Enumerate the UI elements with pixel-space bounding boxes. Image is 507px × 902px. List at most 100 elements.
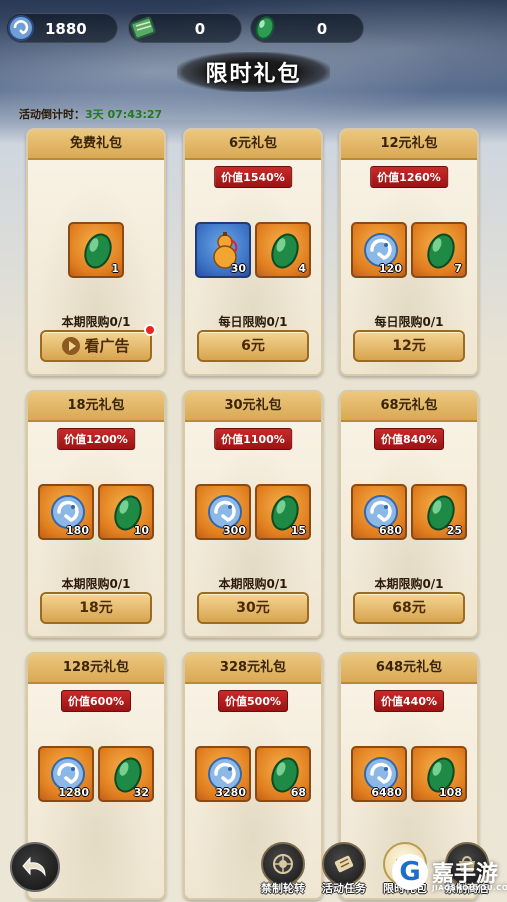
value-badge: 价值1260% [370, 166, 448, 188]
reward-item[interactable]: 7 [411, 222, 467, 278]
buy-button[interactable]: 68元 [353, 592, 465, 624]
reward-item[interactable]: 68 [255, 746, 311, 802]
purchase-limit: 本期限购0/1 [218, 577, 288, 591]
watermark-url: JIAOSHOUYOU.COM [432, 884, 507, 892]
jade-value: 0 [316, 20, 328, 38]
purchase-limit: 本期限购0/1 [61, 577, 131, 591]
buy-button[interactable]: 18元 [40, 592, 152, 624]
currency-dragon-coin[interactable]: 1880 [6, 13, 118, 43]
value-badge: 价值440% [374, 690, 444, 712]
nav-label: 禁制轮转 [261, 882, 305, 895]
pack-title: 648元礼包 [341, 654, 477, 684]
scroll-icon [334, 855, 354, 873]
play-icon [62, 336, 81, 355]
reward-count: 32 [133, 786, 149, 799]
reward-count: 15 [290, 524, 306, 537]
back-arrow-icon [22, 856, 46, 877]
pack-body: 价值1260% 120 7 每日限购0/1 12元 [341, 160, 477, 374]
currency-bar: 1880 0 0 [6, 13, 501, 43]
reward-item[interactable]: 4 [255, 222, 311, 278]
pack-items: 120 7 [341, 222, 477, 278]
value-badge: 价值1200% [57, 428, 135, 450]
pack-title: 328元礼包 [185, 654, 321, 684]
buy-button[interactable]: 12元 [353, 330, 465, 362]
currency-jade[interactable]: 0 [250, 13, 364, 43]
pack-items: 30 4 [185, 222, 321, 278]
reward-count: 4 [298, 262, 306, 275]
reward-count: 25 [446, 524, 462, 537]
reward-item[interactable]: 120 [351, 222, 407, 278]
reward-item[interactable]: 680 [351, 484, 407, 540]
pack-body: 价值1540% 30 4 每日限购0/1 6元 [185, 160, 321, 374]
dragon-coin-value: 1880 [45, 20, 87, 38]
currency-scroll[interactable]: 0 [128, 13, 242, 43]
buy-button[interactable]: 6元 [197, 330, 309, 362]
pack-items: 300 15 [185, 484, 321, 540]
buy-button[interactable]: 30元 [197, 592, 309, 624]
jade-gem-icon [255, 16, 275, 40]
reward-count: 108 [439, 786, 462, 799]
title-area: 限时礼包 [0, 52, 507, 92]
wheel-icon [273, 854, 293, 874]
value-badge: 价值500% [218, 690, 288, 712]
notification-dot [144, 324, 156, 336]
pack-card: 12元礼包价值1260% 120 7 每日限购0/1 12元 [339, 128, 479, 376]
pack-title: 12元礼包 [341, 130, 477, 160]
pack-items: 180 10 [28, 484, 164, 540]
pack-card: 68元礼包 价值840% 680 25 本期限购0/1 68元 [339, 390, 479, 638]
reward-item[interactable]: 1280 [38, 746, 94, 802]
value-badge: 价值840% [374, 428, 444, 450]
pack-card: 18元礼包价值1200% 180 10 本期限购0/1 18元 [26, 390, 166, 638]
reward-count: 7 [454, 262, 462, 275]
pack-title: 68元礼包 [341, 392, 477, 422]
reward-item[interactable]: 6480 [351, 746, 407, 802]
watch-ad-button[interactable]: 看广告 [40, 330, 152, 362]
green-scroll-icon [130, 16, 156, 40]
pack-items: 1280 32 [28, 746, 164, 802]
pack-body: 价值1100% 300 15 本期限购0/1 30元 [185, 422, 321, 636]
pack-title: 免费礼包 [28, 130, 164, 160]
reward-count: 1 [111, 262, 119, 275]
page-title: 限时礼包 [177, 52, 330, 92]
value-badge: 价值1100% [214, 428, 292, 450]
reward-item[interactable]: 3280 [195, 746, 251, 802]
pack-body: 价值840% 680 25 本期限购0/1 68元 [341, 422, 477, 636]
nav-button[interactable]: 活动任务 [315, 842, 373, 900]
pack-items: 1 [28, 222, 164, 278]
pack-body: 1 本期限购0/1 看广告 [28, 160, 164, 374]
countdown-label: 活动倒计时： [19, 108, 85, 121]
reward-count: 30 [230, 262, 246, 275]
scroll-value: 0 [194, 20, 206, 38]
pack-items: 3280 68 [185, 746, 321, 802]
pack-title: 128元礼包 [28, 654, 164, 684]
pack-card: 30元礼包 价值1100% 300 15 本期限购0/1 30元 [183, 390, 323, 638]
reward-item[interactable]: 300 [195, 484, 251, 540]
reward-item[interactable]: 108 [411, 746, 467, 802]
countdown: 活动倒计时：3天 07:43:27 [19, 106, 162, 122]
pack-body: 价值1200% 180 10 本期限购0/1 18元 [28, 422, 164, 636]
purchase-limit: 每日限购0/1 [374, 315, 444, 329]
pack-title: 6元礼包 [185, 130, 321, 160]
reward-count: 180 [66, 524, 89, 537]
reward-item[interactable]: 15 [255, 484, 311, 540]
reward-count: 120 [379, 262, 402, 275]
countdown-time: 3天 07:43:27 [85, 108, 163, 121]
pack-items: 680 25 [341, 484, 477, 540]
reward-item[interactable]: 1 [68, 222, 124, 278]
reward-item[interactable]: 32 [98, 746, 154, 802]
value-badge: 价值1540% [214, 166, 292, 188]
pack-items: 6480 108 [341, 746, 477, 802]
reward-count: 300 [223, 524, 246, 537]
reward-item[interactable]: 10 [98, 484, 154, 540]
purchase-limit: 每日限购0/1 [218, 315, 288, 329]
value-badge: 价值600% [61, 690, 131, 712]
reward-item[interactable]: 30 [195, 222, 251, 278]
watermark-g-icon: G [392, 854, 428, 890]
reward-item[interactable]: 180 [38, 484, 94, 540]
reward-count: 10 [133, 524, 149, 537]
reward-count: 6480 [371, 786, 402, 799]
reward-item[interactable]: 25 [411, 484, 467, 540]
back-button[interactable] [10, 842, 60, 892]
pack-title: 18元礼包 [28, 392, 164, 422]
nav-button[interactable]: 禁制轮转 [254, 842, 312, 900]
